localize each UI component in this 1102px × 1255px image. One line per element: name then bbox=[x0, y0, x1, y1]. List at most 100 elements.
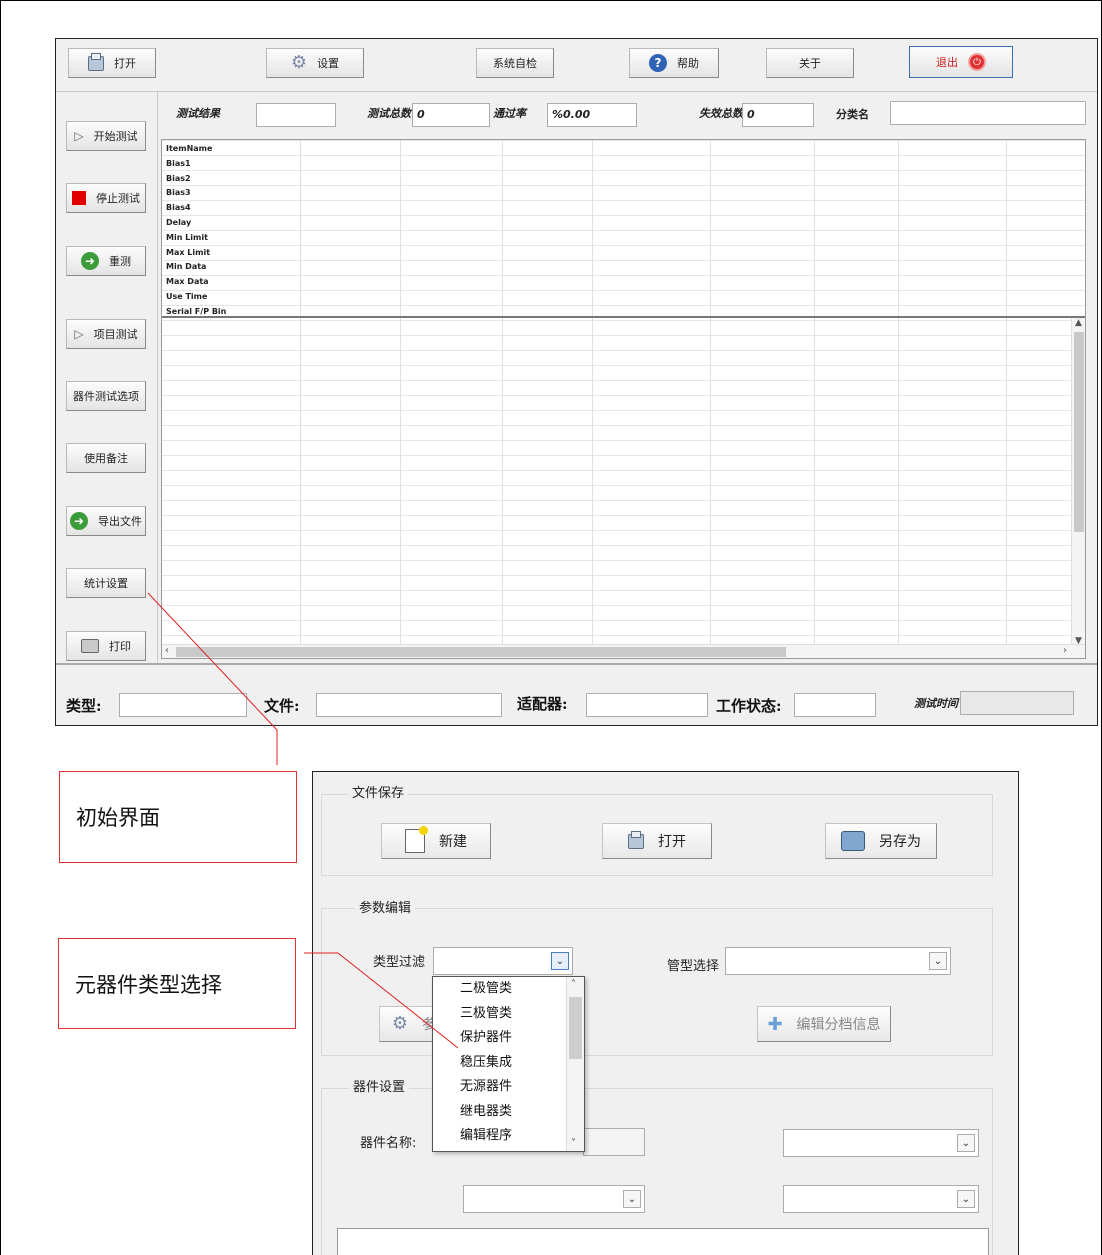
pass-rate-field[interactable]: %0.00 bbox=[547, 103, 637, 127]
total-field[interactable]: 0 bbox=[412, 103, 490, 127]
selfcheck-button[interactable]: 系统自检 bbox=[476, 48, 554, 78]
dropdown-option[interactable]: 编辑程序 bbox=[433, 1124, 584, 1149]
edit-bins-label: 编辑分档信息 bbox=[796, 1017, 881, 1033]
file-field[interactable] bbox=[316, 693, 502, 717]
row-header: Use Time bbox=[166, 291, 208, 301]
help-icon: ? bbox=[649, 54, 667, 72]
stop-test-button[interactable]: 停止测试 bbox=[66, 183, 146, 213]
save-as-label: 另存为 bbox=[879, 834, 921, 850]
result-field[interactable] bbox=[256, 103, 336, 127]
row-header: Max Limit bbox=[166, 247, 211, 257]
device-settings-title: 器件设置 bbox=[349, 1076, 410, 1095]
settings-dialog: 文件保存 新建 打开 另存为 参数编辑 类型过滤 ⌄ 管型选择 ⌄ ⚙ 参 ✚ … bbox=[312, 771, 1019, 1255]
pass-rate-label: 通过率 bbox=[493, 107, 526, 120]
type-field[interactable] bbox=[119, 693, 247, 717]
help-label: 帮助 bbox=[677, 57, 699, 70]
adapter-field[interactable] bbox=[586, 693, 708, 717]
item-test-button[interactable]: ▷ 项目测试 bbox=[66, 319, 146, 349]
tube-select[interactable]: ⌄ bbox=[725, 947, 951, 975]
dropdown-option[interactable]: 三极管类 bbox=[433, 1002, 584, 1027]
scroll-down-icon[interactable]: ˅ bbox=[571, 1138, 576, 1149]
exit-label: 退出 bbox=[936, 56, 958, 69]
device-name-field[interactable] bbox=[583, 1128, 645, 1156]
dropdown-option[interactable]: 二极管类 bbox=[433, 977, 584, 1002]
print-button[interactable]: 打印 bbox=[66, 631, 146, 661]
fail-field[interactable]: 0 bbox=[742, 103, 814, 127]
scroll-left-icon[interactable]: ‹ bbox=[165, 645, 169, 656]
help-button[interactable]: ? 帮助 bbox=[629, 48, 719, 78]
save-as-button[interactable]: 另存为 bbox=[825, 823, 937, 859]
category-field[interactable] bbox=[890, 101, 1086, 125]
dropdown-option[interactable]: 无源器件 bbox=[433, 1075, 584, 1100]
grid-column-line bbox=[300, 140, 301, 658]
grid-column-line bbox=[502, 140, 503, 658]
retest-button[interactable]: ➜ 重测 bbox=[66, 246, 146, 276]
gear-icon: ⚙ bbox=[290, 52, 308, 73]
results-grid[interactable]: ItemName Bias1 Bias2 Bias3 Bias4 Delay M… bbox=[161, 139, 1086, 659]
open-button[interactable]: 打开 bbox=[68, 48, 156, 78]
dropdown-option[interactable]: 继电器类 bbox=[433, 1100, 584, 1125]
work-state-field[interactable] bbox=[794, 693, 876, 717]
type-filter-select[interactable]: ⌄ bbox=[433, 947, 573, 975]
chevron-down-icon[interactable]: ⌄ bbox=[957, 1190, 975, 1208]
scroll-up-icon[interactable]: ▲ bbox=[1075, 318, 1082, 328]
device-select-right-2[interactable]: ⌄ bbox=[783, 1185, 979, 1213]
chevron-down-icon[interactable]: ⌄ bbox=[623, 1190, 641, 1208]
stats-settings-button[interactable]: 统计设置 bbox=[66, 568, 146, 598]
new-button[interactable]: 新建 bbox=[381, 823, 491, 859]
item-test-label: 项目测试 bbox=[93, 328, 138, 341]
chevron-down-icon[interactable]: ⌄ bbox=[551, 952, 569, 970]
usage-notes-button[interactable]: 使用备注 bbox=[66, 443, 146, 473]
retest-label: 重测 bbox=[109, 255, 131, 268]
power-icon: ⏻ bbox=[968, 53, 986, 71]
row-header: Bias3 bbox=[166, 188, 191, 198]
status-separator bbox=[56, 663, 1097, 665]
dropdown-scroll-thumb[interactable] bbox=[569, 997, 582, 1059]
callout-initial-text: 初始界面 bbox=[76, 806, 160, 830]
notes-textarea[interactable] bbox=[337, 1228, 989, 1255]
export-file-label: 导出文件 bbox=[98, 515, 142, 528]
device-select-left-2[interactable]: ⌄ bbox=[463, 1185, 645, 1213]
about-label: 关于 bbox=[799, 57, 821, 70]
dropdown-option[interactable]: 稳压集成 bbox=[433, 1051, 584, 1076]
chevron-down-icon[interactable]: ⌄ bbox=[957, 1134, 975, 1152]
fail-label: 失效总数 bbox=[699, 107, 743, 120]
play-icon: ▷ bbox=[74, 129, 84, 143]
row-header: Max Data bbox=[166, 277, 209, 287]
category-label: 分类名 bbox=[836, 108, 869, 121]
scroll-up-icon[interactable]: ˄ bbox=[571, 979, 576, 990]
grid-column-line bbox=[710, 140, 711, 658]
row-header: Min Limit bbox=[166, 232, 208, 242]
play-icon: ▷ bbox=[74, 327, 84, 341]
export-file-button[interactable]: ➜ 导出文件 bbox=[66, 506, 146, 536]
grid-header-separator bbox=[162, 316, 1085, 318]
vertical-scrollbar[interactable]: ▲ ▼ bbox=[1071, 318, 1085, 646]
settings-button[interactable]: ⚙ 设置 bbox=[266, 48, 364, 78]
gear-icon: ⚙ bbox=[391, 1013, 409, 1034]
folder-icon bbox=[88, 52, 104, 71]
horizontal-scroll-thumb[interactable] bbox=[176, 647, 786, 657]
start-test-button[interactable]: ▷ 开始测试 bbox=[66, 121, 146, 151]
dropdown-scrollbar[interactable]: ˄ ˅ bbox=[566, 977, 584, 1151]
horizontal-scrollbar[interactable]: ‹ › bbox=[162, 644, 1085, 658]
vertical-scroll-thumb[interactable] bbox=[1074, 332, 1084, 532]
callout-component-type: 元器件类型选择 bbox=[58, 938, 296, 1029]
dialog-open-button[interactable]: 打开 bbox=[602, 823, 712, 859]
export-arrow-icon: ➜ bbox=[70, 512, 88, 530]
test-time-field bbox=[960, 691, 1074, 715]
type-label: 类型: bbox=[66, 697, 102, 715]
scroll-right-icon[interactable]: › bbox=[1063, 645, 1067, 656]
edit-bins-button[interactable]: ✚ 编辑分档信息 bbox=[757, 1006, 891, 1042]
work-state-label: 工作状态: bbox=[716, 697, 782, 715]
row-header: Bias2 bbox=[166, 173, 191, 183]
type-filter-dropdown[interactable]: 二极管类 三极管类 保护器件 稳压集成 无源器件 继电器类 编辑程序 ˄ ˅ bbox=[432, 976, 585, 1152]
chevron-down-icon[interactable]: ⌄ bbox=[929, 952, 947, 970]
exit-button[interactable]: 退出 ⏻ bbox=[909, 46, 1013, 78]
about-button[interactable]: 关于 bbox=[766, 48, 854, 78]
callout-component-type-text: 元器件类型选择 bbox=[75, 972, 222, 997]
device-select-right-1[interactable]: ⌄ bbox=[783, 1129, 979, 1157]
device-options-button[interactable]: 器件测试选项 bbox=[66, 381, 146, 411]
callout-initial-ui: 初始界面 bbox=[59, 771, 297, 863]
row-header: Min Data bbox=[166, 262, 207, 272]
dropdown-option[interactable]: 保护器件 bbox=[433, 1026, 584, 1051]
